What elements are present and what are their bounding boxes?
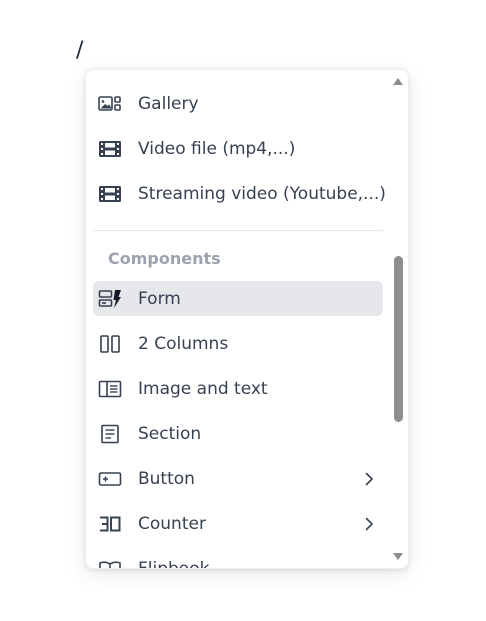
menu-item-label: 2 Columns [138, 333, 229, 354]
slash-command-trigger: / [76, 38, 84, 63]
menu-item-counter[interactable]: Counter [93, 506, 383, 541]
section-icon [98, 422, 122, 446]
menu-item-label: Video file (mp4,...) [138, 138, 296, 159]
scrollbar-thumb[interactable] [394, 256, 403, 422]
chevron-right-icon [365, 517, 373, 530]
menu-item-streaming-video[interactable]: Streaming video (Youtube,...) [93, 176, 386, 211]
counter-icon [98, 512, 122, 536]
film-icon [98, 137, 122, 161]
section-header-components: Components [108, 249, 221, 268]
menu-item-section[interactable]: Section [93, 416, 383, 451]
menu-item-label: Section [138, 423, 202, 444]
book-icon [98, 557, 122, 568]
scrollbar[interactable] [390, 70, 406, 568]
menu-item-image-and-text[interactable]: Image and text [93, 371, 383, 406]
gallery-icon [98, 92, 122, 116]
menu-item-flipbook[interactable]: Flipbook [93, 551, 383, 569]
two-columns-icon [98, 332, 122, 356]
form-icon [98, 287, 122, 311]
menu-item-form[interactable]: Form [93, 281, 383, 316]
menu-item-label: Button [138, 468, 195, 489]
menu-item-label: Streaming video (Youtube,...) [138, 183, 386, 204]
menu-item-label: Flipbook [138, 558, 210, 569]
button-icon [98, 467, 122, 491]
menu-item-gallery[interactable]: Gallery [93, 86, 383, 121]
slash-command-menu: Gallery Video file (mp4,...) Streaming v… [85, 69, 409, 569]
menu-item-video-file[interactable]: Video file (mp4,...) [93, 131, 383, 166]
image-and-text-icon [98, 377, 122, 401]
menu-item-label: Gallery [138, 93, 199, 114]
menu-item-button[interactable]: Button [93, 461, 383, 496]
scroll-up-arrow-icon[interactable] [392, 75, 404, 87]
menu-item-2-columns[interactable]: 2 Columns [93, 326, 383, 361]
film-icon [98, 182, 122, 206]
menu-divider [93, 230, 383, 231]
menu-item-label: Form [138, 288, 181, 309]
chevron-right-icon [365, 472, 373, 485]
menu-item-label: Image and text [138, 378, 268, 399]
menu-item-label: Counter [138, 513, 206, 534]
scroll-down-arrow-icon[interactable] [392, 551, 404, 563]
